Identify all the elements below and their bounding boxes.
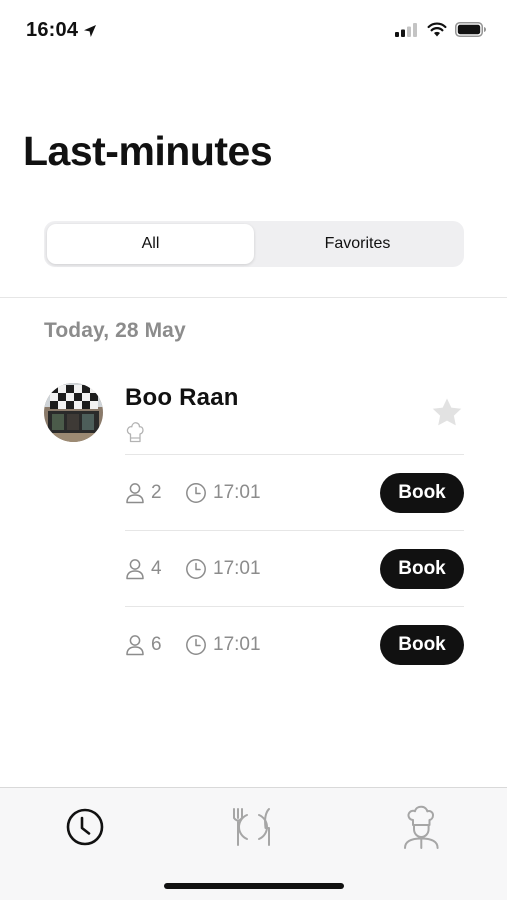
person-icon — [125, 634, 145, 656]
tab-last-minutes[interactable] — [60, 802, 110, 852]
wifi-icon — [427, 22, 447, 37]
slot-guests: 4 — [125, 531, 162, 607]
day-section-label: Today, 28 May — [44, 319, 186, 342]
timeslot-row: 2 17:01 Book — [125, 454, 464, 530]
chef-icon — [402, 805, 442, 849]
segment-all[interactable]: All — [47, 224, 254, 264]
header-divider — [0, 297, 507, 298]
battery-icon — [455, 22, 487, 37]
clock-icon — [185, 634, 207, 656]
guest-count: 6 — [151, 634, 162, 655]
time-value: 17:01 — [213, 482, 261, 503]
person-icon — [125, 482, 145, 504]
time-value: 17:01 — [213, 558, 261, 579]
segment-favorites[interactable]: Favorites — [254, 224, 461, 264]
guest-count: 4 — [151, 558, 162, 579]
tab-bar — [0, 787, 507, 900]
slot-guests: 2 — [125, 455, 162, 531]
location-arrow-icon — [83, 24, 97, 38]
person-icon — [125, 558, 145, 580]
page-title: Last-minutes — [23, 128, 273, 174]
filter-segmented-control: All Favorites — [44, 221, 464, 267]
guest-count: 2 — [151, 482, 162, 503]
book-button[interactable]: Book — [380, 625, 464, 665]
status-time: 16:04 — [26, 19, 79, 41]
tab-profile[interactable] — [397, 802, 447, 852]
clock-icon — [185, 558, 207, 580]
timeslot-row: 6 17:01 Book — [125, 606, 464, 682]
chef-hat-icon — [126, 421, 144, 448]
slot-time: 17:01 — [185, 607, 261, 683]
status-bar: 16:04 — [0, 0, 507, 62]
restaurant-name[interactable]: Boo Raan — [125, 384, 239, 412]
clock-icon — [185, 482, 207, 504]
restaurant-avatar[interactable] — [44, 383, 103, 442]
status-time-group: 16:04 — [26, 19, 97, 42]
status-icons — [395, 22, 487, 37]
tab-restaurants[interactable] — [228, 802, 278, 852]
home-indicator — [164, 883, 344, 889]
favorite-star-icon[interactable] — [430, 397, 464, 434]
clock-icon — [65, 807, 105, 847]
time-value: 17:01 — [213, 634, 261, 655]
slot-guests: 6 — [125, 607, 162, 683]
book-button[interactable]: Book — [380, 473, 464, 513]
slot-time: 17:01 — [185, 455, 261, 531]
plate-cutlery-icon — [229, 806, 277, 848]
timeslot-row: 4 17:01 Book — [125, 530, 464, 606]
cellular-signal-icon — [395, 22, 419, 37]
book-button[interactable]: Book — [380, 549, 464, 589]
slot-time: 17:01 — [185, 531, 261, 607]
